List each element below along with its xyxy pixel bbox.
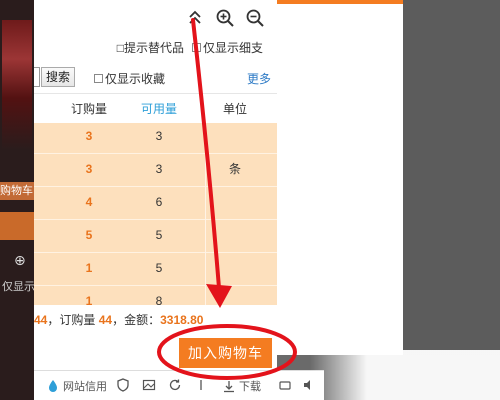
- order-qty-cell: 5: [85, 228, 93, 242]
- available-qty-cell: 3: [155, 129, 163, 143]
- available-qty-cell: 5: [155, 228, 163, 242]
- order-qty-cell: 1: [85, 261, 93, 275]
- table-row[interactable]: 46: [34, 187, 277, 220]
- image-icon[interactable]: [142, 378, 156, 392]
- table-row[interactable]: 15: [34, 253, 277, 286]
- order-qty-cell: 1: [85, 294, 93, 305]
- browser-status-bar: 网站信用 下载: [34, 370, 324, 400]
- shield-icon[interactable]: [116, 378, 130, 392]
- refresh-icon[interactable]: [168, 378, 182, 392]
- search-input[interactable]: [34, 67, 40, 87]
- column-divider: [205, 123, 206, 305]
- background-banner-image: [2, 20, 32, 150]
- summary-order-label: ，订购量: [47, 313, 96, 327]
- show-detail-only-label: 仅显示细支: [202, 40, 263, 55]
- column-header-available[interactable]: 可用量: [134, 94, 184, 124]
- water-drop-icon: [49, 380, 57, 392]
- cart-table-body: 3333条46551518: [34, 123, 277, 305]
- order-qty-cell: 3: [85, 129, 93, 143]
- checkbox-box: [191, 42, 201, 52]
- more-link[interactable]: 更多: [247, 70, 271, 87]
- summary-count: 44: [34, 313, 48, 327]
- summary-order-value: 44: [98, 313, 113, 327]
- search-button[interactable]: 搜索: [41, 67, 76, 87]
- available-qty-cell: 5: [155, 261, 163, 275]
- extension-icon[interactable]: [278, 378, 292, 392]
- available-qty-cell: 6: [155, 195, 163, 209]
- background-cart-label: 购物车: [0, 182, 34, 200]
- downloads-label: 下载: [239, 381, 261, 393]
- download-icon: [224, 381, 234, 393]
- zoom-in-icon[interactable]: [215, 8, 235, 28]
- column-header-unit[interactable]: 单位: [210, 94, 260, 124]
- background-dim-strip: [403, 0, 500, 355]
- favorites-only-checkbox[interactable]: 仅显示收藏: [94, 70, 165, 87]
- add-to-cart-button[interactable]: 加入购物车: [179, 338, 272, 368]
- summary-amount-label: ，金额：: [112, 313, 161, 327]
- summary-amount-value: 3318.80: [160, 313, 204, 327]
- table-row[interactable]: 33: [34, 123, 277, 154]
- site-trust-label: 网站信用: [63, 381, 107, 393]
- background-page-right: [277, 0, 403, 355]
- watermark-area: [310, 350, 500, 400]
- site-trust-button[interactable]: 网站信用: [46, 378, 107, 394]
- downloads-button[interactable]: 下载: [222, 378, 261, 394]
- column-header-order-qty[interactable]: 订购量: [64, 94, 114, 124]
- zoom-out-icon[interactable]: [245, 8, 265, 28]
- panel-toolbar: [185, 8, 265, 28]
- available-qty-cell: 3: [155, 162, 163, 176]
- available-qty-cell: 8: [155, 294, 163, 305]
- top-accent-bar: [277, 0, 403, 4]
- collapse-up-icon[interactable]: [185, 8, 205, 28]
- table-row[interactable]: 18: [34, 286, 277, 305]
- table-row[interactable]: 3 3 条: [34, 154, 277, 187]
- background-zoom-icon: ⊕: [14, 252, 26, 268]
- checkbox-box: [94, 74, 103, 83]
- favorites-only-label: 仅显示收藏: [105, 72, 166, 86]
- pin-icon[interactable]: [194, 378, 208, 392]
- cart-panel: □提示替代品 仅显示细支 搜索 仅显示收藏 更多 订购量 可用量 单位 3333…: [34, 0, 277, 370]
- background-orange-block: [0, 212, 34, 240]
- order-qty-cell: 3: [85, 162, 93, 176]
- cart-summary: 44，订购量 44，金额：3318.80: [34, 311, 277, 331]
- table-row[interactable]: 55: [34, 220, 277, 253]
- table-header: 订购量 可用量 单位: [34, 93, 277, 123]
- show-detail-only-checkbox[interactable]: 仅显示细支: [191, 39, 263, 56]
- order-qty-cell: 4: [85, 195, 93, 209]
- search-row: 搜索 仅显示收藏 更多: [34, 67, 277, 89]
- show-substitutes-label: □提示替代品: [116, 40, 184, 55]
- show-substitutes-checkbox[interactable]: □提示替代品: [117, 39, 184, 56]
- filter-options-row: □提示替代品 仅显示细支: [34, 38, 277, 56]
- background-page-left: 购物车 ⊕ 仅显示: [0, 0, 34, 400]
- unit-cell: 条: [228, 162, 241, 176]
- background-text: 仅显示: [2, 281, 34, 293]
